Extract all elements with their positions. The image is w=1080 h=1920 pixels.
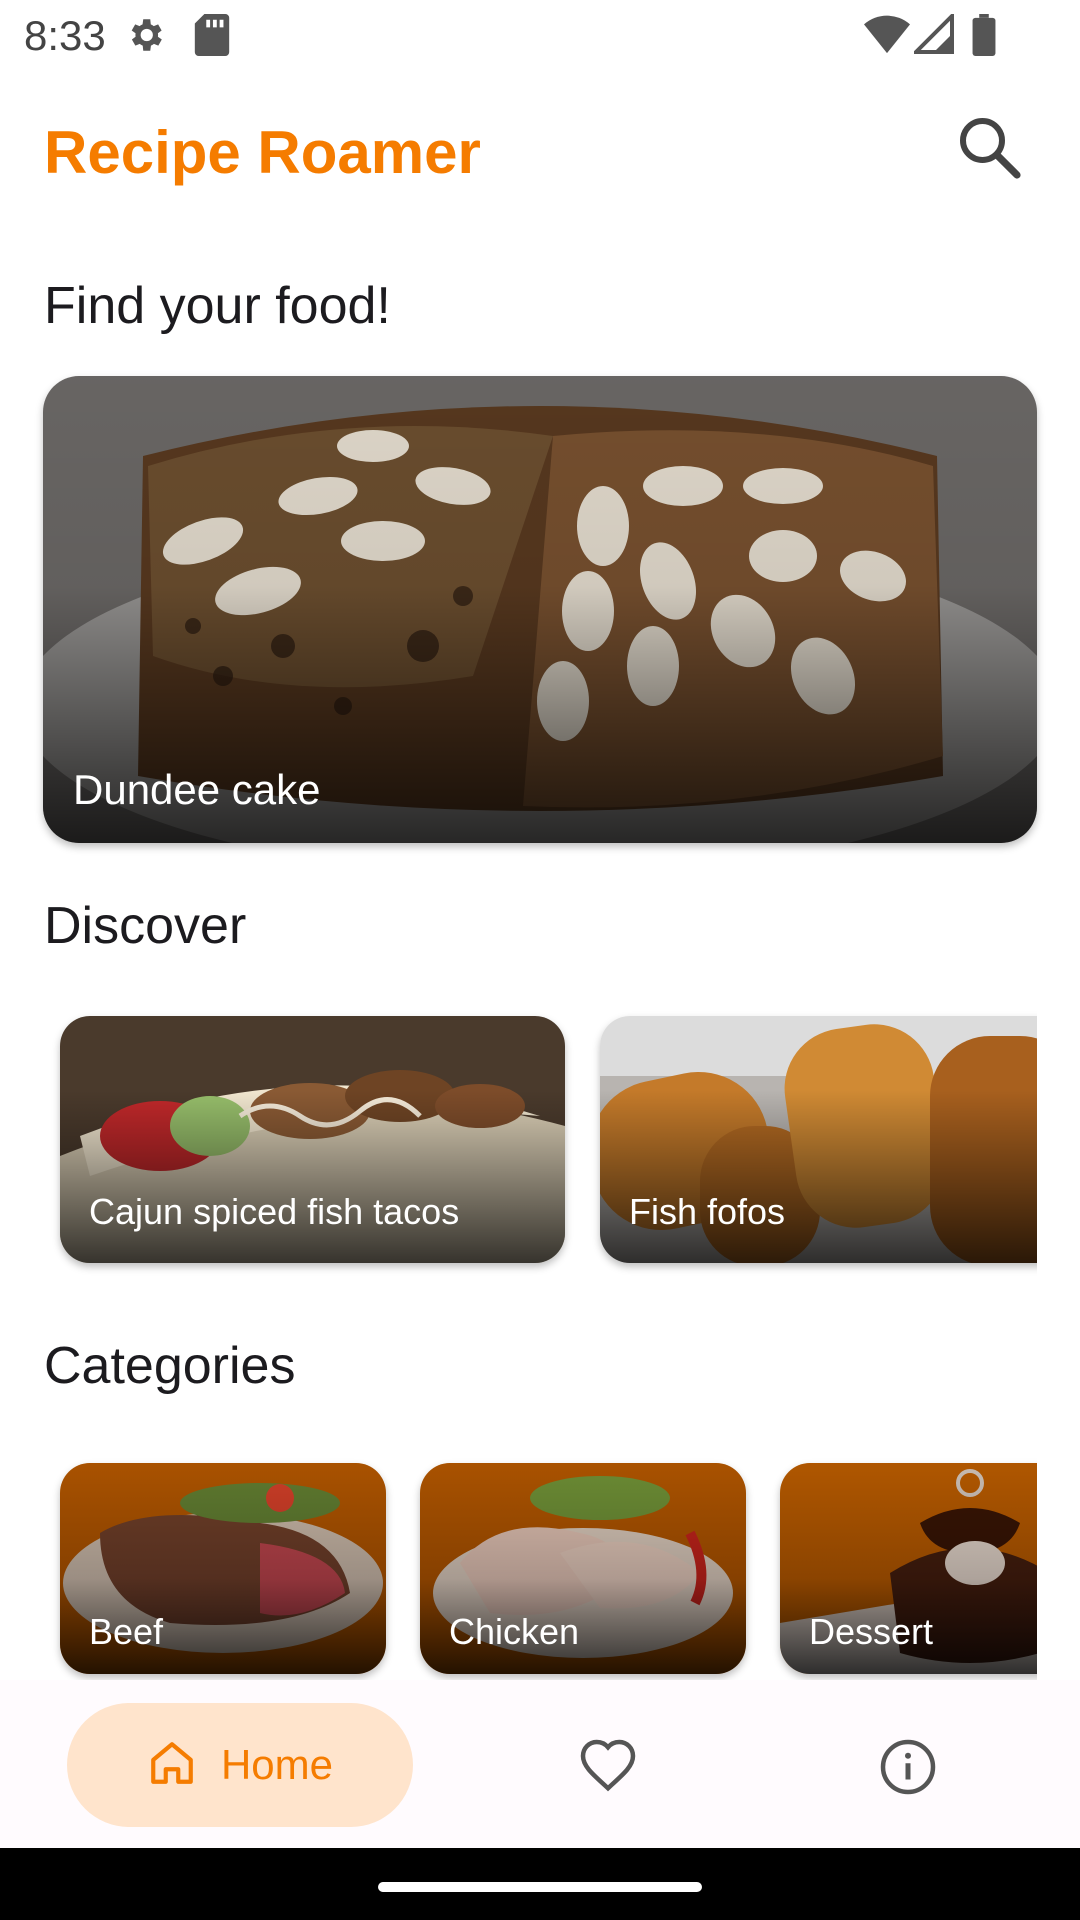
screen: 8:33 Recipe Roamer Find your food! Dunde… [0, 0, 1080, 1920]
status-bar: 8:33 [0, 0, 1080, 72]
nav-home-button[interactable]: Home [67, 1703, 413, 1827]
home-gesture-handle[interactable] [378, 1882, 702, 1892]
find-food-heading: Find your food! [44, 277, 391, 335]
discover-label-fish-fofos: Fish fofos [629, 1191, 786, 1232]
discover-card-fish-fofos[interactable]: Fish fofos [600, 1016, 1080, 1263]
app-title: Recipe Roamer [44, 119, 481, 186]
signal-icon [911, 11, 954, 59]
bottom-navigation: Home [0, 1680, 1080, 1848]
featured-recipe-label: Dundee cake [73, 766, 321, 813]
search-icon [954, 112, 1026, 189]
category-card-chicken[interactable]: Chicken [420, 1463, 746, 1674]
home-icon [147, 1738, 197, 1793]
gear-icon [124, 14, 166, 61]
featured-recipe-card[interactable]: Dundee cake [43, 376, 1037, 843]
discover-card-tacos[interactable]: Cajun spiced fish tacos [60, 1016, 565, 1263]
category-card-beef[interactable]: Beef [60, 1463, 386, 1674]
wifi-icon [864, 14, 910, 59]
category-label-beef: Beef [89, 1611, 164, 1652]
sd-card-icon [194, 14, 230, 61]
categories-heading: Categories [44, 1337, 296, 1395]
favorite-icon[interactable] [578, 1737, 638, 1797]
search-button[interactable] [950, 110, 1030, 190]
category-card-dessert[interactable]: Dessert [780, 1463, 1080, 1674]
info-icon[interactable] [878, 1737, 938, 1797]
discover-label-tacos: Cajun spiced fish tacos [89, 1191, 460, 1232]
battery-icon [972, 14, 996, 61]
system-gesture-bar [0, 1848, 1080, 1920]
discover-heading: Discover [44, 897, 247, 955]
nav-home-label: Home [220, 1741, 334, 1788]
category-label-dessert: Dessert [809, 1611, 934, 1652]
status-time: 8:33 [24, 12, 106, 59]
category-label-chicken: Chicken [449, 1611, 580, 1652]
